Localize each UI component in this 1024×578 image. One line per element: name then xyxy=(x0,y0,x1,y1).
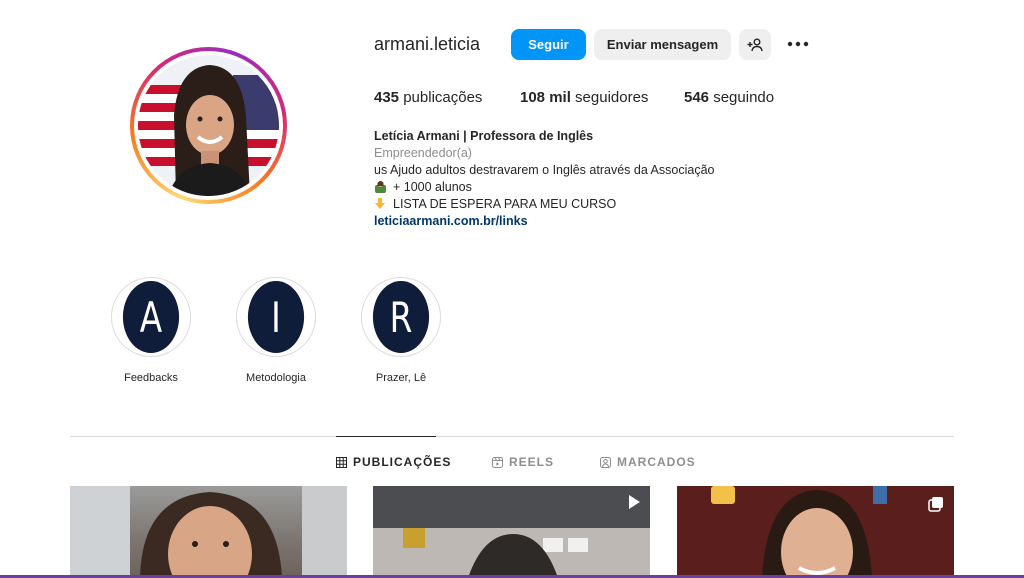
highlight-cover: R xyxy=(372,281,430,353)
highlight-ring: I xyxy=(236,277,316,357)
highlight-cover: I xyxy=(247,281,305,353)
ellipsis-icon xyxy=(787,41,809,47)
highlight-ring: R xyxy=(361,277,441,357)
bio-line-students: + 1000 alunos xyxy=(374,179,794,196)
profile-avatar-ring[interactable] xyxy=(130,47,287,204)
highlight-label: Feedbacks xyxy=(124,372,178,384)
tab-label: REELS xyxy=(509,455,555,469)
profile-full-name: Letícia Armani | Professora de Inglês xyxy=(374,129,594,143)
bio-line: us Ajudo adultos destravarem o Inglês at… xyxy=(374,163,715,177)
profile-bio: Letícia Armani | Professora de Inglês Em… xyxy=(374,128,794,230)
profile-username: armani.leticia xyxy=(374,34,481,54)
follow-button[interactable]: Seguir xyxy=(511,29,586,60)
highlight-metodologia[interactable]: I Metodologia xyxy=(236,277,316,384)
avatar-border xyxy=(134,51,283,200)
posts-stat: 435 publicações xyxy=(374,89,482,106)
posts-count: 435 xyxy=(374,89,400,106)
followers-label: seguidores xyxy=(575,89,649,106)
highlight-cover: A xyxy=(122,281,180,353)
bio-line: LISTA DE ESPERA PARA MEU CURSO xyxy=(393,197,617,211)
add-user-icon xyxy=(747,38,763,51)
posts-label: publicações xyxy=(403,89,483,106)
post-thumbnail[interactable] xyxy=(373,486,650,578)
tab-tagged[interactable]: MARCADOS xyxy=(600,455,696,469)
grid-icon xyxy=(336,456,347,468)
post-thumbnail[interactable] xyxy=(677,486,954,578)
tab-label: PUBLICAÇÕES xyxy=(353,455,452,469)
following-stat[interactable]: 546 seguindo xyxy=(684,89,774,106)
avatar-image xyxy=(138,55,279,196)
send-message-button[interactable]: Enviar mensagem xyxy=(594,29,731,60)
highlight-ring: A xyxy=(111,277,191,357)
bio-line-waitlist: LISTA DE ESPERA PARA MEU CURSO xyxy=(374,196,794,213)
teacher-emoji-icon xyxy=(375,181,386,193)
highlight-label: Prazer, Lê xyxy=(375,372,427,384)
highlight-feedbacks[interactable]: A Feedbacks xyxy=(111,277,191,384)
tab-label: MARCADOS xyxy=(617,455,696,469)
highlight-label: Metodologia xyxy=(246,372,306,384)
followers-count: 108 mil xyxy=(520,89,571,106)
carousel-icon xyxy=(928,497,943,512)
reel-play-icon xyxy=(629,495,640,509)
highlight-prazer[interactable]: R Prazer, Lê xyxy=(361,277,441,384)
tab-reels[interactable]: REELS xyxy=(492,455,554,469)
active-tab-indicator xyxy=(336,436,436,437)
more-options-button[interactable] xyxy=(785,33,811,55)
profile-category: Empreendedor(a) xyxy=(374,146,472,160)
avatar[interactable] xyxy=(138,55,279,196)
post-thumbnail[interactable] xyxy=(70,486,347,578)
post-image xyxy=(677,486,954,578)
bio-line: + 1000 alunos xyxy=(393,180,472,194)
following-label: seguindo xyxy=(713,89,775,106)
tab-posts[interactable]: PUBLICAÇÕES xyxy=(336,455,451,469)
tabs-divider xyxy=(70,436,954,437)
reels-icon xyxy=(492,456,503,468)
post-image xyxy=(373,486,650,578)
bio-link[interactable]: leticiaarmani.com.br/links xyxy=(374,213,794,230)
following-count: 546 xyxy=(684,89,710,106)
pointing-down-icon xyxy=(375,198,385,209)
post-image xyxy=(70,486,347,578)
tagged-icon xyxy=(600,456,611,468)
followers-stat[interactable]: 108 mil seguidores xyxy=(520,89,648,106)
suggest-user-button[interactable] xyxy=(739,29,771,60)
